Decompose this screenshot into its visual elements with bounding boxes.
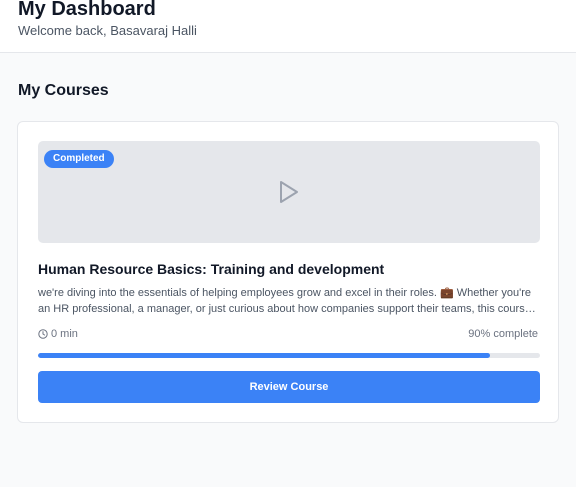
progress-fill xyxy=(38,353,490,358)
course-description: we're diving into the essentials of help… xyxy=(38,287,531,315)
welcome-message: Welcome back, Basavaraj Halli xyxy=(18,23,197,38)
clock-icon xyxy=(38,329,48,339)
status-badge: Completed xyxy=(44,150,114,168)
duration-text: 0 min xyxy=(51,328,78,340)
course-card: Completed Human Resource Basics: Trainin… xyxy=(17,121,559,423)
page-header: My Dashboard Welcome back, Basavaraj Hal… xyxy=(0,0,576,53)
page-title: My Dashboard xyxy=(18,0,156,20)
progress-bar xyxy=(38,353,540,358)
course-title[interactable]: Human Resource Basics: Training and deve… xyxy=(38,259,384,279)
section-title: My Courses xyxy=(18,82,109,99)
progress-label: 90% complete xyxy=(468,328,538,340)
course-duration: 0 min xyxy=(38,327,78,341)
review-course-button[interactable]: Review Course xyxy=(38,371,540,403)
play-icon[interactable] xyxy=(278,179,300,205)
course-thumbnail[interactable]: Completed xyxy=(38,141,540,243)
